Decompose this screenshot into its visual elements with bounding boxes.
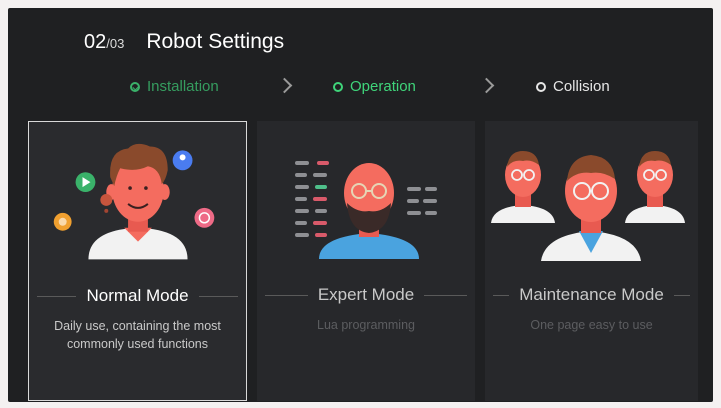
divider [265, 294, 308, 296]
step-operation[interactable]: Operation [333, 78, 416, 95]
mode-cards: Normal Mode Daily use, containing the mo… [28, 121, 698, 401]
normal-mode-illustration [53, 143, 215, 260]
expert-mode-illustration [295, 161, 437, 259]
step-installation[interactable]: Installation [130, 78, 219, 95]
maintenance-mode-illustration [491, 151, 685, 261]
mode-description: Daily use, containing the most commonly … [54, 319, 221, 351]
mode-title: Expert Mode [317, 285, 415, 304]
check-circle-icon [130, 81, 140, 92]
step-counter-total: /03 [106, 36, 125, 51]
divider [424, 294, 468, 296]
mode-description: Lua programming [317, 318, 415, 332]
settings-stepper: Installation Operation Collision [8, 77, 713, 100]
step-collision[interactable]: Collision [536, 78, 610, 95]
divider [673, 294, 690, 296]
mode-title: Maintenance Mode [519, 285, 664, 304]
divider [493, 294, 510, 296]
divider [198, 295, 239, 297]
page-title: Robot Settings [146, 30, 285, 53]
divider [37, 295, 77, 297]
step-label: Collision [553, 78, 610, 95]
mode-card-normal[interactable]: Normal Mode Daily use, containing the mo… [28, 121, 247, 401]
mode-title-row: Expert Mode [265, 285, 468, 305]
mode-card-maintenance[interactable]: Maintenance Mode One page easy to use [485, 121, 698, 401]
chevron-right-icon [478, 77, 495, 94]
step-label: Installation [147, 78, 219, 95]
page-header: 02 /03 Robot Settings [84, 30, 284, 60]
robot-settings-screen: 02 /03 Robot Settings Installation Opera… [8, 8, 713, 402]
mode-card-expert[interactable]: Expert Mode Lua programming [257, 121, 475, 401]
mode-title-row: Maintenance Mode [493, 285, 690, 305]
circle-icon [333, 81, 343, 92]
circle-icon [536, 81, 546, 92]
step-counter-current: 02 [84, 31, 107, 53]
mode-title-row: Normal Mode [37, 286, 239, 306]
mode-description: One page easy to use [530, 318, 653, 332]
chevron-right-icon [276, 77, 293, 94]
mode-title: Normal Mode [86, 286, 189, 305]
step-label: Operation [350, 78, 416, 95]
